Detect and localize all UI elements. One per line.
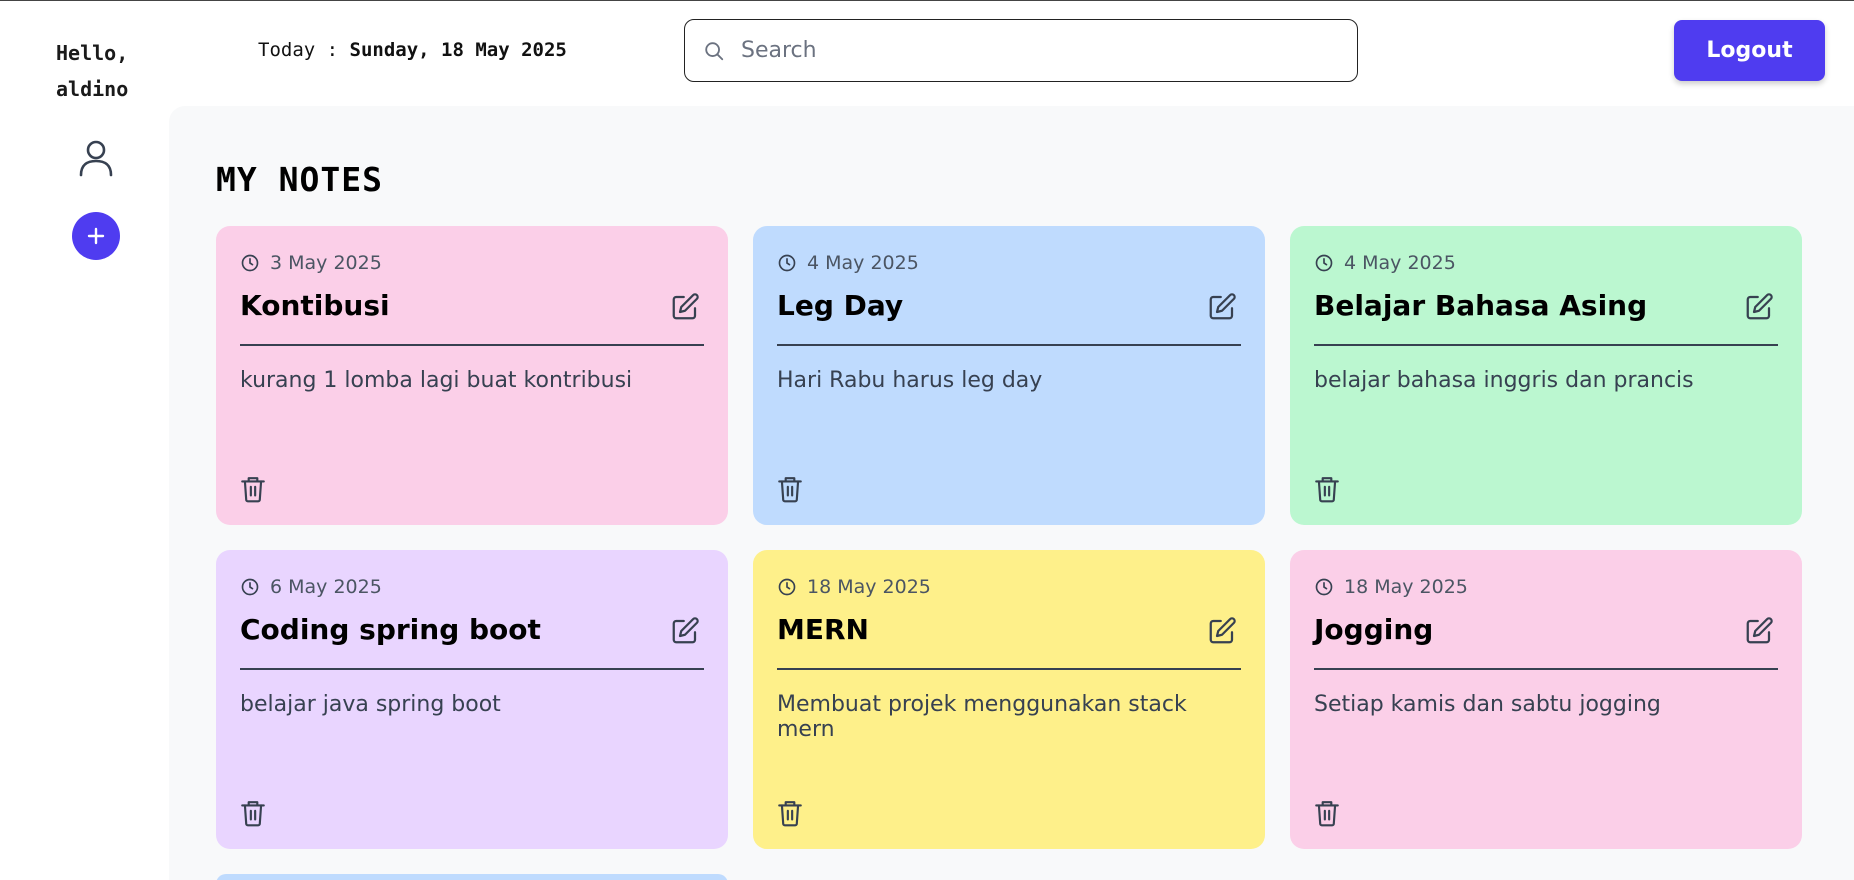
trash-icon[interactable] bbox=[240, 799, 266, 827]
note-divider bbox=[777, 668, 1241, 670]
note-body: Setiap kamis dan sabtu jogging bbox=[1314, 691, 1661, 717]
note-title: Jogging bbox=[1314, 613, 1434, 646]
note-body: belajar java spring boot bbox=[240, 691, 501, 717]
edit-icon[interactable] bbox=[1744, 292, 1774, 322]
note-title: Kontibusi bbox=[240, 289, 390, 322]
search-icon bbox=[705, 41, 724, 60]
note-card[interactable]: 4 May 2025 Leg Day Hari Rabu harus leg d… bbox=[753, 226, 1265, 525]
edit-icon[interactable] bbox=[670, 616, 700, 646]
clock-icon bbox=[778, 254, 796, 272]
clock-icon bbox=[241, 254, 259, 272]
note-date: 6 May 2025 bbox=[270, 576, 382, 598]
note-date-row: 4 May 2025 bbox=[1314, 252, 1778, 274]
add-note-button[interactable] bbox=[72, 212, 120, 260]
note-card[interactable]: 3 May 2025 Kontibusi kurang 1 lomba lagi… bbox=[216, 226, 728, 525]
note-title: Coding spring boot bbox=[240, 613, 541, 646]
note-date-row: 6 May 2025 bbox=[240, 576, 704, 598]
today-date: Today : Sunday, 18 May 2025 bbox=[258, 39, 567, 61]
clock-icon bbox=[1315, 254, 1333, 272]
edit-icon[interactable] bbox=[1207, 292, 1237, 322]
note-date: 4 May 2025 bbox=[1344, 252, 1456, 274]
edit-icon[interactable] bbox=[670, 292, 700, 322]
edit-icon[interactable] bbox=[1207, 616, 1237, 646]
trash-icon[interactable] bbox=[240, 475, 266, 503]
today-label: Today : bbox=[258, 39, 339, 61]
note-date: 3 May 2025 bbox=[270, 252, 382, 274]
logout-button[interactable]: Logout bbox=[1674, 20, 1825, 81]
trash-icon[interactable] bbox=[777, 799, 803, 827]
notes-panel: MY NOTES 3 May 2025 Kontibusi kurang 1 l… bbox=[169, 106, 1854, 880]
today-value: Sunday, 18 May 2025 bbox=[349, 39, 567, 61]
note-divider bbox=[240, 668, 704, 670]
note-card[interactable]: 4 May 2025 Belajar Bahasa Asing belajar … bbox=[1290, 226, 1802, 525]
trash-icon[interactable] bbox=[1314, 475, 1340, 503]
note-body: Membuat projek menggunakan stack mern bbox=[777, 691, 1187, 742]
note-divider bbox=[1314, 668, 1778, 670]
note-date-row: 18 May 2025 bbox=[777, 576, 1241, 598]
notes-grid: 3 May 2025 Kontibusi kurang 1 lomba lagi… bbox=[216, 226, 1802, 880]
note-date-row: 18 May 2025 bbox=[1314, 576, 1778, 598]
user-icon[interactable] bbox=[78, 139, 114, 177]
trash-icon[interactable] bbox=[1314, 799, 1340, 827]
note-divider bbox=[777, 344, 1241, 346]
note-body: belajar bahasa inggris dan prancis bbox=[1314, 367, 1694, 393]
greeting-text: Hello, bbox=[56, 41, 129, 65]
note-card[interactable]: 6 May 2025 Coding spring boot belajar ja… bbox=[216, 550, 728, 849]
search-input[interactable] bbox=[741, 38, 1331, 63]
note-divider bbox=[1314, 344, 1778, 346]
clock-icon bbox=[241, 578, 259, 596]
search-bar[interactable] bbox=[684, 19, 1358, 82]
username: aldino bbox=[56, 77, 129, 101]
clock-icon bbox=[1315, 578, 1333, 596]
clock-icon bbox=[778, 578, 796, 596]
page-title: MY NOTES bbox=[216, 160, 383, 199]
note-card[interactable]: 18 May 2025 Jogging Setiap kamis dan sab… bbox=[1290, 550, 1802, 849]
note-divider bbox=[240, 344, 704, 346]
note-title: Leg Day bbox=[777, 289, 904, 322]
note-date: 4 May 2025 bbox=[807, 252, 919, 274]
note-date: 18 May 2025 bbox=[1344, 576, 1468, 598]
note-date-row: 3 May 2025 bbox=[240, 252, 704, 274]
trash-icon[interactable] bbox=[777, 475, 803, 503]
note-date-row: 4 May 2025 bbox=[777, 252, 1241, 274]
note-body: kurang 1 lomba lagi buat kontribusi bbox=[240, 367, 633, 393]
plus-icon bbox=[87, 227, 105, 245]
note-card[interactable]: 18 May 2025 MERN Membuat projek mengguna… bbox=[753, 550, 1265, 849]
note-card-partial[interactable] bbox=[216, 874, 728, 880]
note-title: Belajar Bahasa Asing bbox=[1314, 289, 1648, 322]
note-body: Hari Rabu harus leg day bbox=[777, 367, 1043, 393]
note-date: 18 May 2025 bbox=[807, 576, 931, 598]
edit-icon[interactable] bbox=[1744, 616, 1774, 646]
greeting: Hello, aldino bbox=[56, 35, 128, 107]
note-title: MERN bbox=[777, 613, 869, 646]
